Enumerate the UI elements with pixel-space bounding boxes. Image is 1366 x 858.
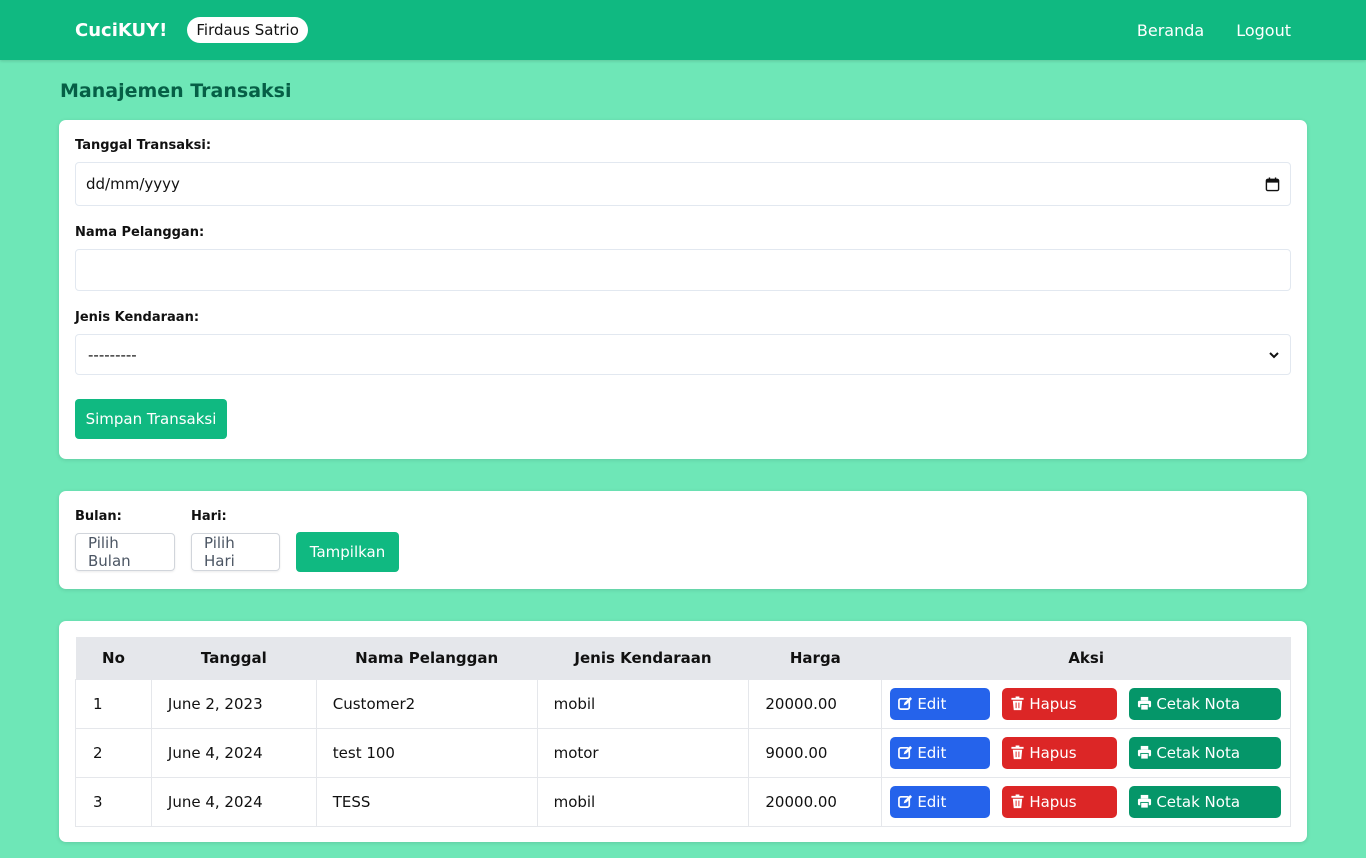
vehicle-label: Jenis Kendaraan:	[75, 310, 200, 325]
date-label: Tanggal Transaksi:	[75, 138, 212, 153]
name-label: Nama Pelanggan:	[75, 225, 205, 240]
edit-label: Edit	[917, 792, 947, 811]
table-header-row: No Tanggal Nama Pelanggan Jenis Kendaraa…	[75, 637, 1291, 679]
printer-icon	[1138, 745, 1152, 760]
cell-price: 9000.00	[748, 727, 883, 778]
printer-icon	[1138, 696, 1152, 711]
month-label: Bulan:	[75, 509, 122, 524]
print-label: Cetak Nota	[1156, 743, 1241, 762]
edit-button[interactable]: Edit	[890, 687, 991, 720]
trash-icon	[1011, 696, 1024, 711]
nav-link-logout[interactable]: Logout	[1236, 21, 1291, 40]
page-title: Manajemen Transaksi	[60, 80, 292, 102]
navbar: CuciKUY! Firdaus Satrio Beranda Logout	[0, 0, 1366, 60]
cell-no: 1	[75, 678, 152, 729]
cell-date: June 4, 2024	[150, 727, 317, 778]
cell-customer: TESS	[315, 776, 538, 827]
header-no: No	[75, 637, 152, 679]
edit-button[interactable]: Edit	[890, 736, 991, 769]
calendar-icon[interactable]	[1265, 176, 1280, 192]
delete-button[interactable]: Hapus	[1002, 736, 1118, 769]
day-filter: Hari: Pilih Hari	[191, 509, 280, 571]
cell-vehicle: mobil	[536, 776, 750, 827]
transaction-table: No Tanggal Nama Pelanggan Jenis Kendaraa…	[75, 637, 1291, 827]
nav-link-beranda[interactable]: Beranda	[1137, 21, 1204, 40]
delete-label: Hapus	[1029, 743, 1077, 762]
edit-label: Edit	[917, 694, 947, 713]
print-button[interactable]: Cetak Nota	[1129, 736, 1282, 769]
print-button[interactable]: Cetak Nota	[1129, 785, 1282, 818]
cell-no: 3	[75, 776, 152, 827]
cell-vehicle: motor	[536, 727, 750, 778]
header-actions: Aksi	[881, 637, 1291, 679]
day-input[interactable]: Pilih Hari	[191, 533, 280, 571]
vehicle-selected: ---------	[88, 345, 137, 364]
header-vehicle: Jenis Kendaraan	[537, 637, 749, 679]
edit-label: Edit	[917, 743, 947, 762]
delete-label: Hapus	[1029, 694, 1077, 713]
cell-actions: Edit Hapus Cetak Nota	[881, 727, 1291, 778]
edit-button[interactable]: Edit	[890, 785, 991, 818]
print-button[interactable]: Cetak Nota	[1129, 687, 1282, 720]
name-input[interactable]	[75, 249, 1291, 291]
edit-icon	[898, 696, 913, 710]
table-row: 3 June 4, 2024 TESS mobil 20000.00 Edit H…	[75, 776, 1291, 827]
cell-date: June 2, 2023	[150, 678, 317, 729]
edit-icon	[898, 794, 913, 808]
cell-no: 2	[75, 727, 152, 778]
cell-vehicle: mobil	[536, 678, 750, 729]
print-label: Cetak Nota	[1156, 694, 1241, 713]
day-label: Hari:	[191, 509, 227, 524]
header-price: Harga	[748, 637, 882, 679]
brand-logo[interactable]: CuciKUY!	[75, 20, 167, 41]
header-customer: Nama Pelanggan	[316, 637, 538, 679]
cell-actions: Edit Hapus Cetak Nota	[881, 776, 1291, 827]
trash-icon	[1011, 745, 1024, 760]
print-label: Cetak Nota	[1156, 792, 1241, 811]
cell-price: 20000.00	[748, 776, 883, 827]
cell-actions: Edit Hapus Cetak Nota	[881, 678, 1291, 729]
edit-icon	[898, 745, 913, 759]
delete-button[interactable]: Hapus	[1002, 785, 1118, 818]
date-placeholder: dd/mm/yyyy	[86, 175, 180, 193]
cell-customer: test 100	[315, 727, 538, 778]
trash-icon	[1011, 794, 1024, 809]
nav-links: Beranda Logout	[1137, 21, 1291, 40]
vehicle-select[interactable]: ---------	[75, 334, 1291, 375]
show-button[interactable]: Tampilkan	[296, 532, 399, 572]
printer-icon	[1138, 794, 1152, 809]
delete-label: Hapus	[1029, 792, 1077, 811]
delete-button[interactable]: Hapus	[1002, 687, 1118, 720]
month-input[interactable]: Pilih Bulan	[75, 533, 175, 571]
month-filter: Bulan: Pilih Bulan	[75, 509, 175, 571]
month-placeholder: Pilih Bulan	[88, 534, 131, 570]
chevron-down-icon	[1269, 351, 1279, 358]
table-row: 1 June 2, 2023 Customer2 mobil 20000.00 …	[75, 678, 1291, 729]
date-input[interactable]: dd/mm/yyyy	[75, 162, 1291, 206]
cell-date: June 4, 2024	[150, 776, 317, 827]
filter-card: Bulan: Pilih Bulan Hari: Pilih Hari Tamp…	[59, 491, 1307, 589]
cell-price: 20000.00	[748, 678, 883, 729]
user-badge: Firdaus Satrio	[187, 17, 308, 43]
table-row: 2 June 4, 2024 test 100 motor 9000.00 Ed…	[75, 727, 1291, 778]
day-placeholder: Pilih Hari	[204, 534, 235, 570]
transaction-form: Tanggal Transaksi: dd/mm/yyyy Nama Pelan…	[59, 120, 1307, 459]
transaction-table-card: No Tanggal Nama Pelanggan Jenis Kendaraa…	[59, 621, 1307, 842]
cell-customer: Customer2	[315, 678, 538, 729]
header-date: Tanggal	[151, 637, 317, 679]
save-transaction-button[interactable]: Simpan Transaksi	[75, 399, 227, 439]
